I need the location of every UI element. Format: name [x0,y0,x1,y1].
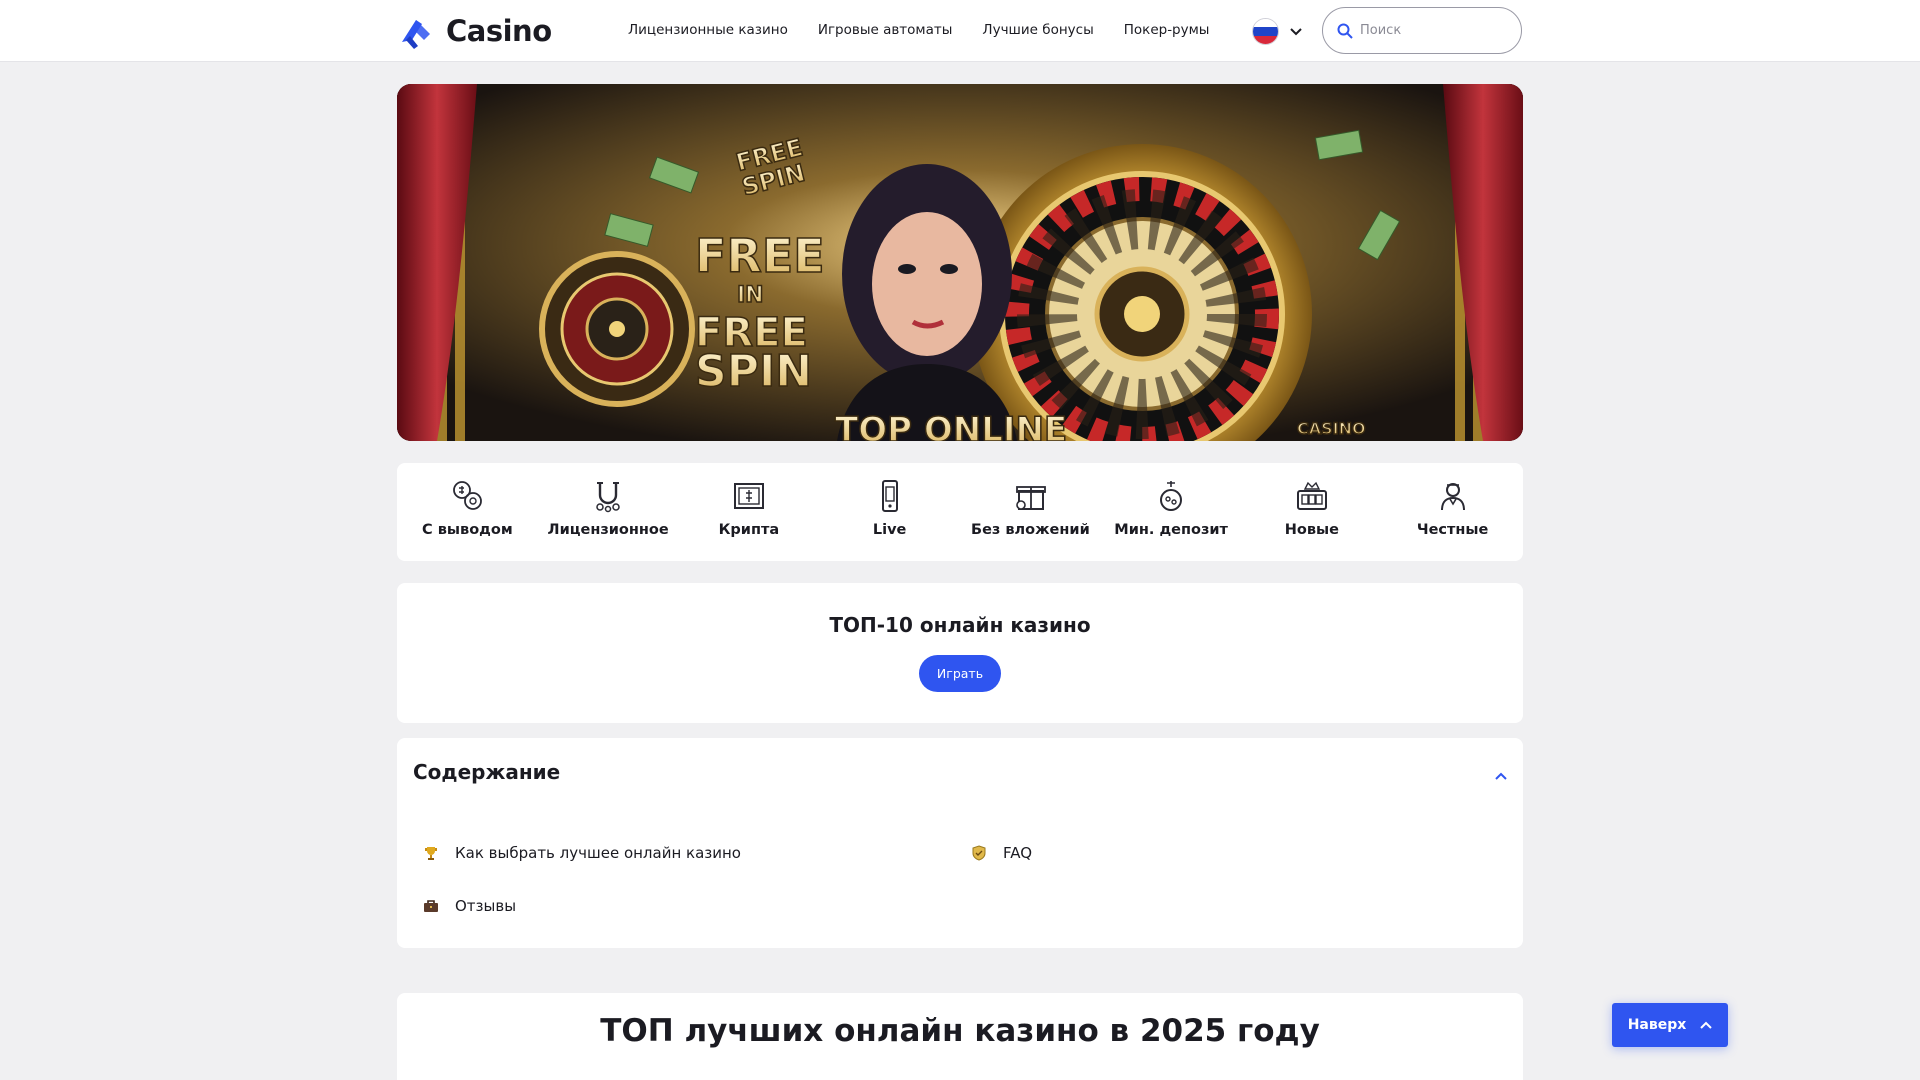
toc-item-reviews[interactable]: Отзывы [423,897,516,915]
category-fair[interactable]: Честные [1382,463,1523,561]
svg-text:SPIN: SPIN [695,346,812,397]
coins-withdraw-icon [453,481,483,510]
briefcase-icon [424,900,438,912]
scroll-to-top-label: Наверх [1627,1017,1687,1033]
min-deposit-icon [1160,481,1183,511]
search-icon [1337,23,1353,39]
toc-item-how-to-choose[interactable]: Как выбрать лучшее онлайн казино [423,844,741,862]
category-label: С выводом [422,522,513,538]
category-min-deposit[interactable]: Мин. депозит [1101,463,1242,561]
hero-banner[interactable]: FREE SPIN FREE IN FREE SPIN TOP ONLINE C… [397,84,1523,441]
crypto-wallet-icon [733,483,764,509]
nav-licensed-casinos[interactable]: Лицензионные казино [628,22,788,38]
svg-text:IN: IN [737,283,764,308]
mobile-live-icon [881,480,898,512]
main-heading-card: ТОП лучших онлайн казино в 2025 году [397,993,1523,1080]
category-label: Без вложений [971,522,1090,538]
chevron-down-icon [1290,27,1302,35]
toc-item-faq[interactable]: FAQ [971,844,1032,862]
search-box[interactable] [1322,7,1522,54]
site-header: Casino Лицензионные казино Игровые автом… [0,0,1920,62]
shield-icon [972,845,986,861]
banner-free-text: FREE [695,229,825,283]
svg-text:CASINO: CASINO [1297,419,1366,438]
chevron-up-icon [1700,1021,1712,1029]
category-no-deposit[interactable]: Без вложений [960,463,1101,561]
nav-slot-machines[interactable]: Игровые автоматы [818,22,953,38]
trophy-icon [425,847,437,860]
category-bar: С выводом Лицензионное Крипта Live Без в… [397,463,1523,561]
category-label: Мин. депозит [1114,522,1228,538]
category-withdrawal[interactable]: С выводом [397,463,538,561]
category-label: Крипта [718,522,780,538]
chevron-up-icon[interactable] [1495,772,1507,780]
top10-card: ТОП-10 онлайн казино Играть [397,583,1523,723]
horseshoe-icon [596,482,620,513]
nav-best-bonuses[interactable]: Лучшие бонусы [982,22,1093,38]
language-selector[interactable] [1252,18,1303,45]
scroll-to-top-button[interactable]: Наверх [1612,1003,1728,1047]
nav-poker-rooms[interactable]: Покер-румы [1124,22,1210,38]
play-button[interactable]: Играть [918,655,1002,692]
russian-flag-icon [1252,18,1279,45]
toc-item-label: Как выбрать лучшее онлайн казино [455,844,741,862]
main-heading: ТОП лучших онлайн казино в 2025 году [600,1013,1320,1049]
logo[interactable]: Casino [396,12,552,50]
main-nav: Лицензионные казино Игровые автоматы Луч… [628,22,1209,38]
table-of-contents: Содержание Как выбрать лучшее онлайн каз… [397,738,1523,948]
banner-image: FREE SPIN FREE IN FREE SPIN TOP ONLINE C… [397,84,1523,441]
banner-bottom-text: TOP ONLINE [835,410,1067,441]
new-slot-icon [1296,481,1327,510]
toc-item-label: FAQ [1003,844,1033,862]
dealer-icon [1440,483,1465,511]
top10-title: ТОП-10 онлайн казино [829,613,1091,637]
category-label: Новые [1284,522,1339,538]
category-crypto[interactable]: Крипта [679,463,820,561]
category-live[interactable]: Live [819,463,960,561]
logo-icon [402,20,430,49]
category-licensed[interactable]: Лицензионное [538,463,679,561]
category-label: Честные [1416,522,1489,538]
toc-title: Содержание [413,760,561,784]
search-input[interactable] [1360,23,1500,38]
gift-icon [1016,486,1047,510]
toc-item-label: Отзывы [455,897,517,915]
category-label: Лицензионное [547,522,669,538]
category-new[interactable]: Новые [1242,463,1383,561]
category-label: Live [872,522,907,538]
logo-text: Casino [446,14,552,48]
